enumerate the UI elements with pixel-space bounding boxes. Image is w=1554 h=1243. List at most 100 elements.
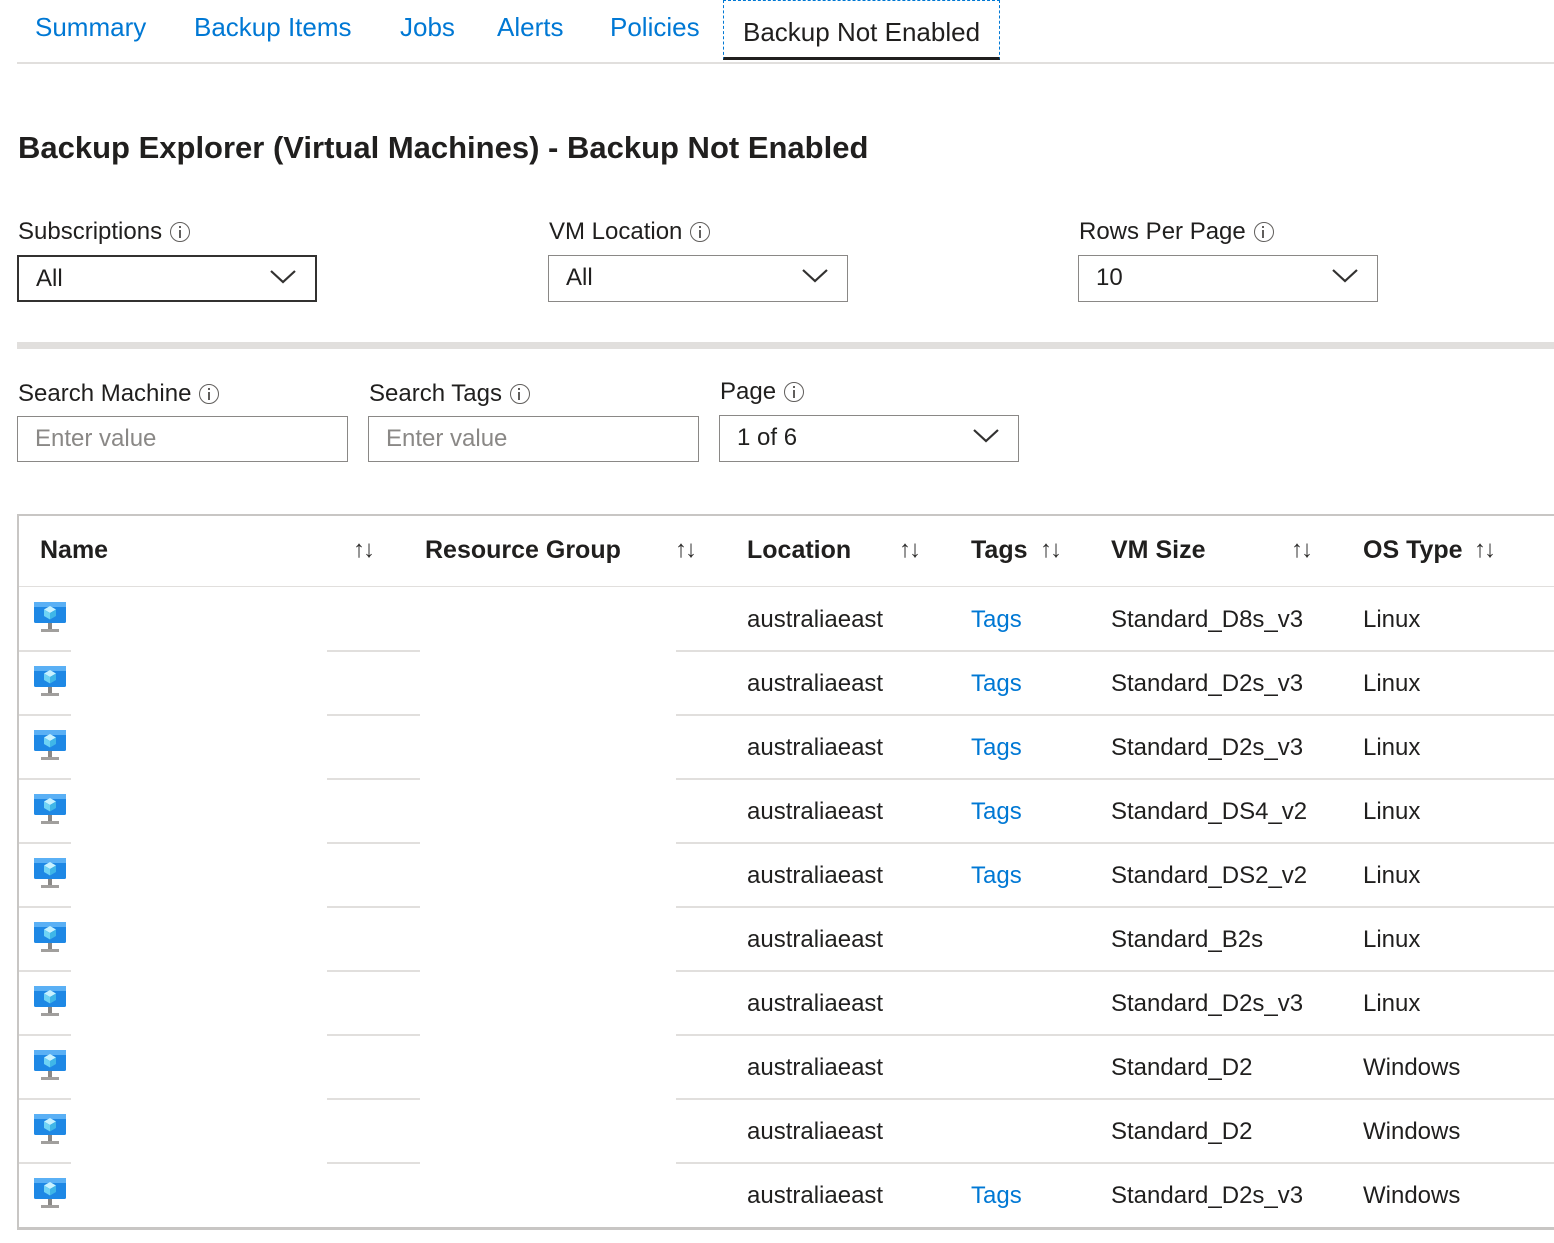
vm-size-cell: Standard_D2s_v3 (1111, 1182, 1304, 1209)
vm-size-cell: Standard_D2s_v3 (1111, 990, 1304, 1017)
page-label-text: Page (720, 378, 777, 405)
vm-size-cell: Standard_DS4_v2 (1111, 798, 1308, 825)
tab-jobs[interactable]: Jobs (400, 12, 455, 43)
vm-size-cell: Standard_B2s (1111, 926, 1264, 953)
search-tags-label-text: Search Tags (369, 380, 502, 407)
os-type-cell: Linux (1363, 798, 1421, 825)
tab-backup-items[interactable]: Backup Items (194, 12, 352, 43)
chevron-down-icon (1332, 269, 1358, 283)
subscriptions-value: All (36, 265, 63, 292)
location-cell: australiaeast (747, 670, 884, 697)
os-type-cell: Linux (1363, 990, 1421, 1017)
chevron-down-icon (802, 269, 828, 283)
column-header-resource-group[interactable]: Resource Group (425, 536, 621, 565)
tags-link[interactable]: Tags (971, 670, 1022, 698)
rows-per-page-label: Rows Per Page (1079, 218, 1274, 246)
os-type-cell: Linux (1363, 926, 1421, 953)
header-divider (19, 586, 1554, 587)
virtual-machine-icon (34, 730, 66, 760)
location-cell: australiaeast (747, 990, 884, 1017)
page-label: Page (720, 378, 805, 406)
os-type-cell: Linux (1363, 862, 1421, 889)
os-type-cell: Windows (1363, 1054, 1461, 1081)
location-cell: australiaeast (747, 1118, 884, 1145)
vm-size-cell: Standard_D2 (1111, 1118, 1253, 1145)
rows-per-page-value: 10 (1096, 264, 1123, 291)
sort-icon[interactable]: ↑↓ (675, 536, 697, 564)
rows-per-page-label-text: Rows Per Page (1079, 218, 1246, 245)
vm-location-label: VM Location (549, 218, 711, 246)
location-cell: australiaeast (747, 1054, 884, 1081)
tags-link[interactable]: Tags (971, 798, 1022, 826)
column-header-os-type[interactable]: OS Type (1363, 536, 1463, 565)
search-tags-input[interactable]: Enter value (368, 416, 699, 462)
page-value: 1 of 6 (737, 424, 798, 451)
table-row[interactable]: australiaeast Tags Standard_D2s_v3 Linux (19, 652, 1554, 716)
column-header-vm-size[interactable]: VM Size (1111, 536, 1205, 565)
subscriptions-label: Subscriptions (18, 218, 191, 246)
vm-size-cell: Standard_D2 (1111, 1054, 1253, 1081)
tags-link[interactable]: Tags (971, 606, 1022, 634)
vm-size-cell: Standard_D2s_v3 (1111, 670, 1304, 697)
table-row[interactable]: australiaeast Tags Standard_DS4_v2 Linux (19, 780, 1554, 844)
column-header-location[interactable]: Location (747, 536, 851, 565)
table-row[interactable]: australiaeast Standard_D2s_v3 Linux (19, 972, 1554, 1036)
virtual-machine-icon (34, 794, 66, 824)
sort-icon[interactable]: ↑↓ (1291, 536, 1313, 564)
section-divider (17, 342, 1554, 349)
location-cell: australiaeast (747, 606, 884, 633)
location-cell: australiaeast (747, 734, 884, 761)
tags-link[interactable]: Tags (971, 862, 1022, 890)
tab-alerts[interactable]: Alerts (497, 12, 563, 43)
table-row[interactable]: australiaeast Standard_D2 Windows (19, 1100, 1554, 1164)
sort-icon[interactable]: ↑↓ (1040, 536, 1062, 564)
table-row[interactable]: australiaeast Tags Standard_D2s_v3 Windows (19, 1164, 1554, 1228)
search-machine-label: Search Machine (18, 380, 220, 408)
tab-policies[interactable]: Policies (610, 12, 700, 43)
sort-icon[interactable]: ↑↓ (899, 536, 921, 564)
vm-location-value: All (566, 264, 593, 291)
virtual-machine-icon (34, 666, 66, 696)
table-row[interactable]: australiaeast Tags Standard_D2s_v3 Linux (19, 716, 1554, 780)
tab-summary[interactable]: Summary (35, 12, 146, 43)
rows-per-page-dropdown[interactable]: 10 (1078, 255, 1378, 302)
vm-location-dropdown[interactable]: All (548, 255, 848, 302)
info-icon[interactable] (784, 382, 805, 402)
os-type-cell: Linux (1363, 606, 1421, 633)
virtual-machine-icon (34, 1114, 66, 1144)
sort-icon[interactable]: ↑↓ (353, 536, 375, 564)
search-machine-input[interactable]: Enter value (17, 416, 348, 462)
search-tags-label: Search Tags (369, 380, 530, 408)
chevron-down-icon (973, 429, 999, 443)
subscriptions-dropdown[interactable]: All (17, 255, 317, 302)
info-icon[interactable] (170, 222, 191, 242)
column-header-name[interactable]: Name (40, 536, 108, 565)
vm-table: Name ↑↓ Resource Group ↑↓ Location ↑↓ Ta… (17, 514, 1554, 1230)
vm-size-cell: Standard_D2s_v3 (1111, 734, 1304, 761)
table-row[interactable]: australiaeast Standard_D2 Windows (19, 1036, 1554, 1100)
location-cell: australiaeast (747, 1182, 884, 1209)
info-icon[interactable] (509, 384, 530, 404)
os-type-cell: Windows (1363, 1182, 1461, 1209)
tags-link[interactable]: Tags (971, 1182, 1022, 1210)
chevron-down-icon (270, 270, 296, 284)
info-icon[interactable] (199, 384, 220, 404)
virtual-machine-icon (34, 922, 66, 952)
location-cell: australiaeast (747, 926, 884, 953)
os-type-cell: Linux (1363, 734, 1421, 761)
info-icon[interactable] (1253, 222, 1274, 242)
vm-location-label-text: VM Location (549, 218, 683, 245)
tags-link[interactable]: Tags (971, 734, 1022, 762)
search-machine-label-text: Search Machine (18, 380, 192, 407)
page-dropdown[interactable]: 1 of 6 (719, 415, 1019, 462)
info-icon[interactable] (690, 222, 711, 242)
column-header-tags[interactable]: Tags (971, 536, 1028, 565)
vm-size-cell: Standard_D8s_v3 (1111, 606, 1304, 633)
sort-icon[interactable]: ↑↓ (1474, 536, 1496, 564)
page-title: Backup Explorer (Virtual Machines) - Bac… (18, 130, 869, 165)
virtual-machine-icon (34, 1050, 66, 1080)
table-row[interactable]: australiaeast Tags Standard_DS2_v2 Linux (19, 844, 1554, 908)
table-row[interactable]: australiaeast Standard_B2s Linux (19, 908, 1554, 972)
tab-backup-not-enabled[interactable]: Backup Not Enabled (723, 0, 1001, 60)
table-row[interactable]: australiaeast Tags Standard_D8s_v3 Linux (19, 588, 1554, 652)
